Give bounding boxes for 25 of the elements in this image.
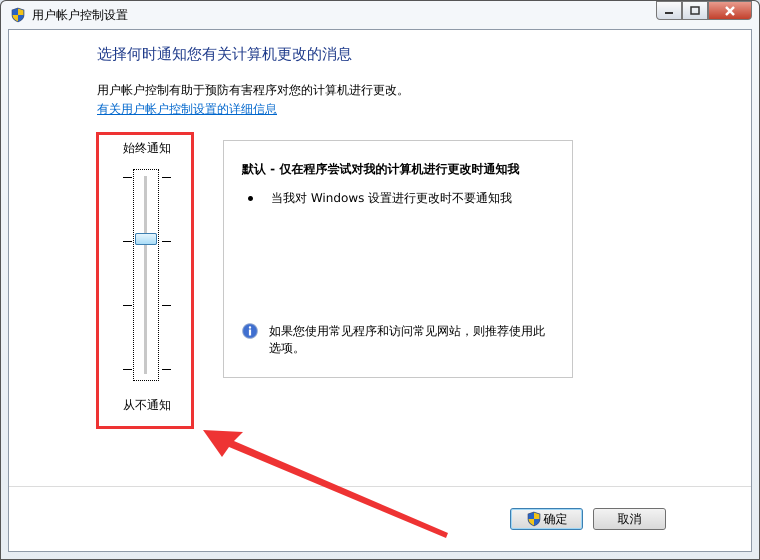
slider-track[interactable] [133, 169, 159, 381]
bullet-text: 当我对 Windows 设置进行更改时不要通知我 [271, 190, 512, 207]
heading: 选择何时通知您有关计算机更改的消息 [97, 45, 353, 64]
close-button[interactable] [708, 1, 752, 20]
tick-mark [123, 305, 171, 306]
maximize-button[interactable] [682, 1, 708, 20]
slider-label: 始终通知 [123, 140, 171, 157]
bullet-icon [248, 196, 253, 201]
tick-mark [123, 369, 171, 370]
slider-label: 从不通知 [123, 397, 171, 414]
minimize-button[interactable] [656, 1, 682, 20]
info-icon [242, 323, 258, 339]
window-title: 用户帐户控制设置 [32, 6, 128, 24]
cancel-button[interactable]: 取消 [593, 508, 666, 530]
shield-icon [526, 511, 542, 527]
ok-button[interactable]: 确定 [510, 508, 583, 530]
close-icon [724, 6, 736, 16]
description-text: 用户帐户控制有助于预防有害程序对您的计算机进行更改。 [97, 82, 410, 99]
panel-title: 默认 - 仅在程序尝试对我的计算机进行更改时通知我 [242, 161, 520, 178]
slider-thumb[interactable] [135, 233, 157, 246]
details-link[interactable]: 有关用户帐户控制设置的详细信息 [97, 101, 277, 118]
tick-mark [123, 177, 171, 178]
maximize-icon [690, 6, 700, 15]
note-text: 如果您使用常见程序和访问常见网站，则推荐使用此选项。 [269, 323, 546, 357]
shield-icon [10, 7, 26, 23]
